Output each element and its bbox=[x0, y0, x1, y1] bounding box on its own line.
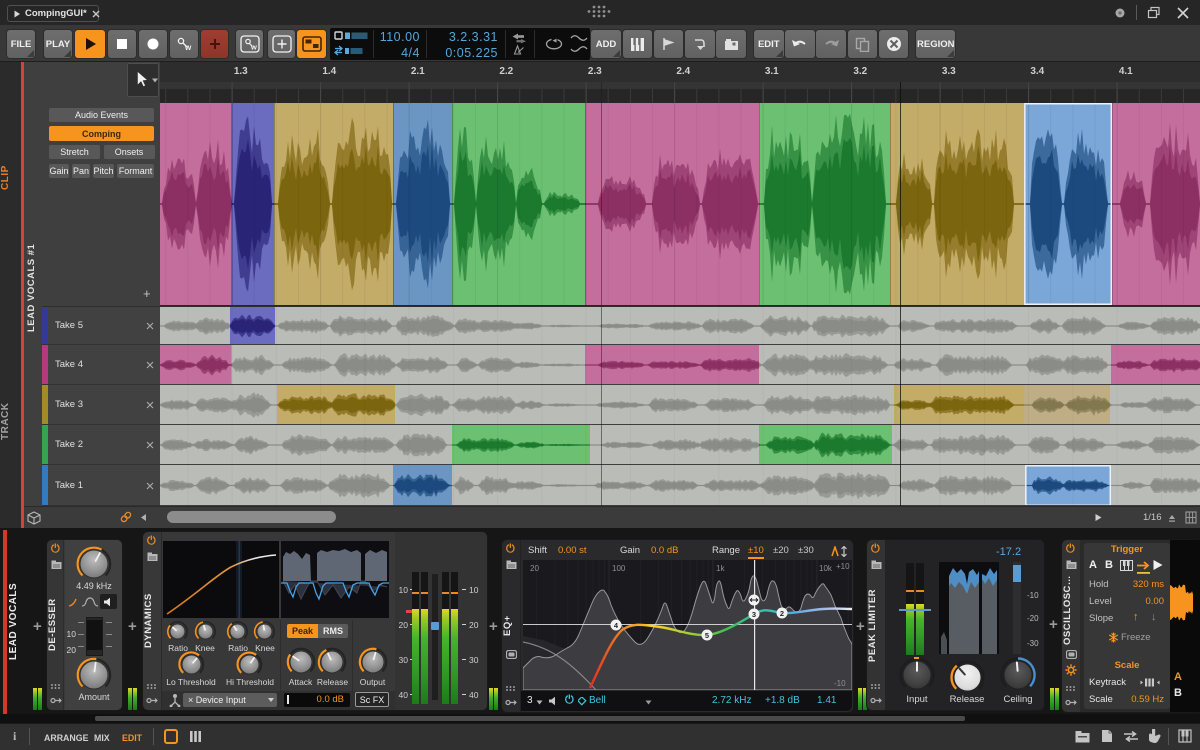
svg-text:w: w bbox=[184, 43, 192, 51]
svg-text:+10: +10 bbox=[836, 562, 850, 571]
svg-text:2: 2 bbox=[780, 609, 784, 618]
svg-text:10k: 10k bbox=[819, 564, 833, 573]
svg-text:w: w bbox=[250, 43, 257, 52]
svg-text:3: 3 bbox=[752, 610, 756, 619]
svg-text:20: 20 bbox=[530, 564, 539, 573]
svg-text:5: 5 bbox=[705, 631, 709, 640]
svg-text:100: 100 bbox=[612, 564, 626, 573]
svg-text:1k: 1k bbox=[716, 564, 725, 573]
svg-text:-10: -10 bbox=[834, 679, 846, 688]
